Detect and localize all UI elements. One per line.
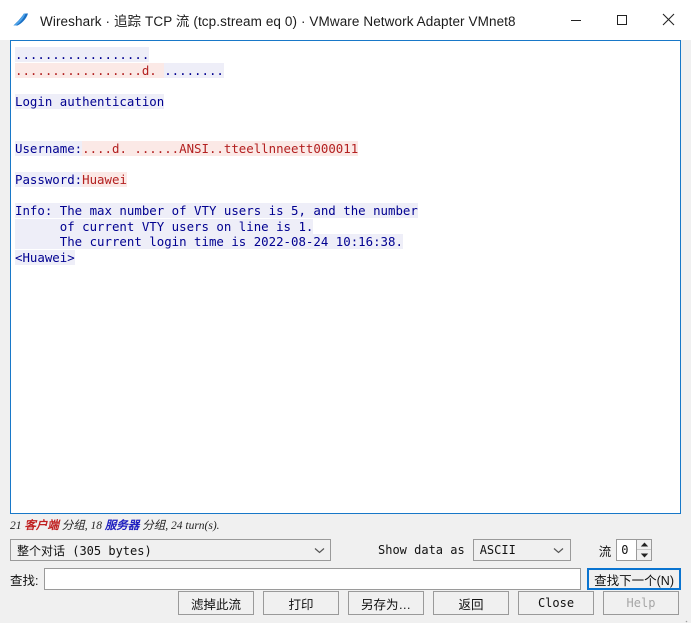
stream-line <box>15 125 676 141</box>
client-text-segment: .................d. <box>15 62 165 78</box>
server-label: 服务器 <box>104 520 140 532</box>
stream-line: Username:....d. ......ANSI..tteellnneett… <box>15 140 676 157</box>
client-suffix: 分组, <box>58 520 91 532</box>
stream-line <box>15 109 676 125</box>
stream-number-label: 流 <box>598 544 612 559</box>
server-text-segment: Info: The max number of VTY users is 5, … <box>15 202 418 218</box>
filter-out-stream-label: 滤掉此流 <box>190 597 241 612</box>
print-label: 打印 <box>288 597 314 612</box>
filter-out-stream-button[interactable]: 滤掉此流 <box>178 591 254 615</box>
stream-line <box>15 78 676 94</box>
server-text-segment: Password: <box>15 171 83 187</box>
show-data-as-label: Show data as <box>378 543 465 557</box>
server-text-segment: Username: <box>15 140 83 156</box>
stream-number-value: 0 <box>621 543 629 557</box>
help-button[interactable]: Help <box>603 591 679 615</box>
client-packet-count: 21 <box>10 520 22 532</box>
close-label: Close <box>537 596 575 610</box>
wireshark-shark-fin-icon <box>12 11 30 29</box>
client-label: 客户端 <box>24 520 59 532</box>
data-format-value: ASCII <box>479 543 516 557</box>
back-button[interactable]: 返回 <box>433 591 509 615</box>
stream-line: .................d. ........ <box>15 62 676 79</box>
server-packet-count: 18 <box>90 520 103 532</box>
stream-content-wrap: .................. .................d. ..… <box>0 40 691 514</box>
stepper-buttons[interactable] <box>636 540 652 560</box>
server-text-segment: ........ <box>164 62 224 78</box>
conversation-select-value: 整个对话 (305 bytes) <box>17 543 152 558</box>
server-suffix: 分组, <box>139 520 171 532</box>
conversation-select[interactable]: 整个对话 (305 bytes) <box>10 539 331 561</box>
turn-count: 24 turn(s). <box>171 520 220 532</box>
stream-line: of current VTY users on line is 1. <box>15 218 676 235</box>
client-text-segment: Huawei <box>82 171 127 187</box>
data-format-select[interactable]: ASCII <box>472 539 571 561</box>
title-bar: Wireshark · 追踪 TCP 流 (tcp.stream eq 0) ·… <box>0 0 691 40</box>
close-window-button[interactable] <box>645 0 691 40</box>
find-row: 查找: 查找下一个(N) <box>0 563 691 591</box>
stream-line <box>15 156 676 172</box>
server-text-segment: <Huawei> <box>15 249 75 265</box>
stream-number-stepper[interactable]: 0 <box>616 539 653 561</box>
server-text-segment: of current VTY users on line is 1. <box>15 218 314 234</box>
find-input[interactable] <box>44 568 582 590</box>
server-text-segment: .................. <box>15 47 150 62</box>
window-title: Wireshark · 追踪 TCP 流 (tcp.stream eq 0) ·… <box>40 13 516 29</box>
find-label: 查找: <box>10 573 39 588</box>
stream-options-row: 整个对话 (305 bytes) Show data as ASCII 流 0 <box>0 535 691 563</box>
stream-line <box>15 187 676 203</box>
tcp-stream-dialog: Wireshark · 追踪 TCP 流 (tcp.stream eq 0) ·… <box>0 0 691 623</box>
stepper-down-icon[interactable] <box>637 550 651 560</box>
resize-grip[interactable] <box>678 613 688 623</box>
dialog-button-row: 滤掉此流 打印 另存为… 返回 Close Help CSDN @電虫眀 <box>0 591 691 623</box>
find-next-label: 查找下一个(N) <box>594 573 674 588</box>
find-next-button[interactable]: 查找下一个(N) <box>587 568 681 590</box>
stream-text-view[interactable]: .................. .................d. ..… <box>10 40 681 514</box>
client-text-segment: ....d. ......ANSI..tteellnneett000011 <box>82 140 359 156</box>
close-button[interactable]: Close <box>518 591 594 615</box>
stream-line: Login authentication <box>15 93 676 110</box>
stream-line: Info: The max number of VTY users is 5, … <box>15 202 676 219</box>
back-label: 返回 <box>458 597 484 612</box>
stream-line: The current login time is 2022-08-24 10:… <box>15 234 676 250</box>
stream-stats-line: 21 客户端 分组, 18 服务器 分组, 24 turn(s). <box>0 514 691 535</box>
stream-line: Password:Huawei <box>15 171 676 188</box>
minimize-button[interactable] <box>553 0 599 40</box>
stream-line: <Huawei> <box>15 249 676 266</box>
print-button[interactable]: 打印 <box>263 591 339 615</box>
maximize-button[interactable] <box>599 0 645 40</box>
save-as-label: 另存为… <box>360 597 411 612</box>
save-as-button[interactable]: 另存为… <box>348 591 424 615</box>
help-label: Help <box>626 596 656 610</box>
stream-line: .................. <box>15 47 676 63</box>
stepper-up-icon[interactable] <box>637 540 652 550</box>
chevron-down-icon <box>312 547 326 554</box>
server-text-segment: Login authentication <box>15 93 165 109</box>
server-text-segment: The current login time is 2022-08-24 10:… <box>15 234 403 250</box>
chevron-down-icon <box>552 547 566 554</box>
